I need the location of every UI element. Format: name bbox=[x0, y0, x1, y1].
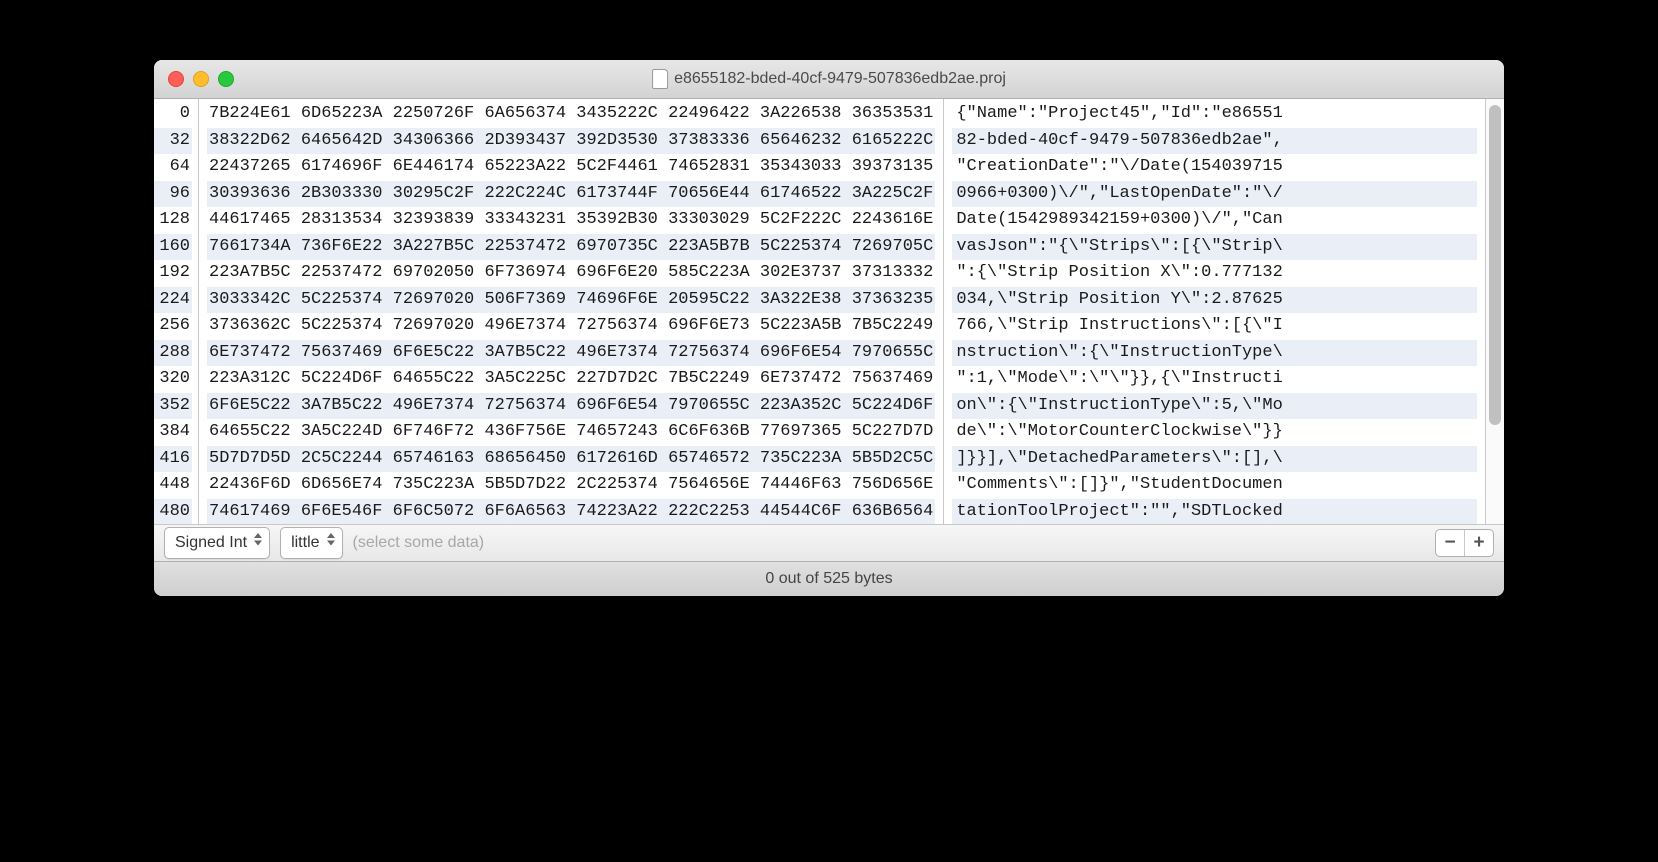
hex-row[interactable]: 3736362C 5C225374 72697020 496E7374 7275… bbox=[207, 313, 935, 340]
titlebar[interactable]: e8655182-bded-40cf-9479-507836edb2ae.pro… bbox=[154, 60, 1504, 99]
title-text: e8655182-bded-40cf-9479-507836edb2ae.pro… bbox=[674, 70, 1006, 88]
zoom-in-button[interactable]: + bbox=[1464, 530, 1493, 556]
offset-label: 192 bbox=[154, 260, 192, 287]
ascii-row[interactable]: Date(1542989342159+0300)\/","Can bbox=[952, 207, 1477, 234]
close-icon[interactable] bbox=[168, 71, 184, 87]
offset-label: 32 bbox=[154, 128, 192, 155]
hex-row[interactable]: 64655C22 3A5C224D 6F746F72 436F756E 7465… bbox=[207, 419, 935, 446]
offset-label: 320 bbox=[154, 366, 192, 393]
offset-label: 160 bbox=[154, 234, 192, 261]
ascii-row[interactable]: ]}}],\"DetachedParameters\":[],\ bbox=[952, 446, 1477, 473]
zoom-icon[interactable] bbox=[218, 71, 234, 87]
ascii-row[interactable]: 034,\"Strip Position Y\":2.87625 bbox=[952, 287, 1477, 314]
ascii-row[interactable]: tationToolProject":"","SDTLocked bbox=[952, 499, 1477, 525]
offset-label: 384 bbox=[154, 419, 192, 446]
offset-label: 448 bbox=[154, 472, 192, 499]
hex-row[interactable]: 6E737472 75637469 6F6E5C22 3A7B5C22 496E… bbox=[207, 340, 935, 367]
hex-row[interactable]: 7661734A 736F6E22 3A227B5C 22537472 6970… bbox=[207, 234, 935, 261]
hex-row[interactable]: 5D7D7D5D 2C5C2244 65746163 68656450 6172… bbox=[207, 446, 935, 473]
ascii-pane[interactable]: {"Name":"Project45","Id":"e8655182-bded-… bbox=[943, 99, 1485, 524]
ascii-row[interactable]: nstruction\":{\"InstructionType\ bbox=[952, 340, 1477, 367]
hex-row[interactable]: 223A7B5C 22537472 69702050 6F736974 696F… bbox=[207, 260, 935, 287]
offset-label: 480 bbox=[154, 499, 192, 525]
traffic-lights bbox=[168, 71, 234, 87]
ascii-row[interactable]: "CreationDate":"\/Date(154039715 bbox=[952, 154, 1477, 181]
ascii-row[interactable]: ":{\"Strip Position X\":0.777132 bbox=[952, 260, 1477, 287]
ascii-row[interactable]: 0966+0300)\/","LastOpenDate":"\/ bbox=[952, 181, 1477, 208]
offset-label: 64 bbox=[154, 154, 192, 181]
offset-label: 128 bbox=[154, 207, 192, 234]
hex-row[interactable]: 74617469 6F6E546F 6F6C5072 6F6A6563 7422… bbox=[207, 499, 935, 525]
window-title: e8655182-bded-40cf-9479-507836edb2ae.pro… bbox=[652, 69, 1006, 89]
content-area: 0326496128160192224256288320352384416448… bbox=[154, 99, 1504, 524]
status-text: 0 out of 525 bytes bbox=[765, 570, 892, 588]
hex-row[interactable]: 223A312C 5C224D6F 64655C22 3A5C225C 227D… bbox=[207, 366, 935, 393]
hex-pane[interactable]: 7B224E61 6D65223A 2250726F 6A656374 3435… bbox=[198, 99, 943, 524]
ascii-row[interactable]: ":1,\"Mode\":\"\"}},{\"Instructi bbox=[952, 366, 1477, 393]
vertical-scrollbar[interactable] bbox=[1485, 99, 1504, 524]
offset-label: 352 bbox=[154, 393, 192, 420]
ascii-row[interactable]: 82-bded-40cf-9479-507836edb2ae", bbox=[952, 128, 1477, 155]
hex-row[interactable]: 7B224E61 6D65223A 2250726F 6A656374 3435… bbox=[207, 101, 935, 128]
offset-label: 416 bbox=[154, 446, 192, 473]
offset-label: 96 bbox=[154, 181, 192, 208]
hex-row[interactable]: 30393636 2B303330 30295C2F 222C224C 6173… bbox=[207, 181, 935, 208]
minimize-icon[interactable] bbox=[193, 71, 209, 87]
datatype-value: Signed Int bbox=[175, 534, 247, 552]
zoom-out-button[interactable]: − bbox=[1436, 530, 1464, 556]
ascii-row[interactable]: vasJson":"{\"Strips\":[{\"Strip\ bbox=[952, 234, 1477, 261]
ascii-row[interactable]: 766,\"Strip Instructions\":[{\"I bbox=[952, 313, 1477, 340]
datatype-select[interactable]: Signed Int bbox=[164, 527, 270, 559]
hex-editor-window: e8655182-bded-40cf-9479-507836edb2ae.pro… bbox=[154, 60, 1504, 596]
ascii-row[interactable]: on\":{\"InstructionType\":5,\"Mo bbox=[952, 393, 1477, 420]
inspector-bar: Signed Int little (select some data) − + bbox=[154, 524, 1504, 561]
ascii-row[interactable]: "Comments\":[]}","StudentDocumen bbox=[952, 472, 1477, 499]
hex-row[interactable]: 3033342C 5C225374 72697020 506F7369 7469… bbox=[207, 287, 935, 314]
hex-row[interactable]: 6F6E5C22 3A7B5C22 496E7374 72756374 696F… bbox=[207, 393, 935, 420]
hex-row[interactable]: 22436F6D 6D656E74 735C223A 5B5D7D22 2C22… bbox=[207, 472, 935, 499]
offset-label: 0 bbox=[154, 101, 192, 128]
offset-label: 224 bbox=[154, 287, 192, 314]
hex-row[interactable]: 38322D62 6465642D 34306366 2D393437 392D… bbox=[207, 128, 935, 155]
endian-value: little bbox=[291, 534, 319, 552]
zoom-segment: − + bbox=[1435, 529, 1494, 557]
hex-row[interactable]: 22437265 6174696F 6E446174 65223A22 5C2F… bbox=[207, 154, 935, 181]
file-icon bbox=[652, 69, 668, 89]
ascii-row[interactable]: {"Name":"Project45","Id":"e86551 bbox=[952, 101, 1477, 128]
offset-label: 256 bbox=[154, 313, 192, 340]
status-bar: 0 out of 525 bytes bbox=[154, 561, 1504, 596]
endian-select[interactable]: little bbox=[280, 527, 342, 559]
scrollbar-thumb[interactable] bbox=[1489, 105, 1501, 425]
hex-row[interactable]: 44617465 28313534 32393839 33343231 3539… bbox=[207, 207, 935, 234]
offset-column: 0326496128160192224256288320352384416448… bbox=[154, 99, 198, 524]
offset-label: 288 bbox=[154, 340, 192, 367]
inspector-placeholder: (select some data) bbox=[353, 534, 485, 552]
ascii-row[interactable]: de\":\"MotorCounterClockwise\"}} bbox=[952, 419, 1477, 446]
